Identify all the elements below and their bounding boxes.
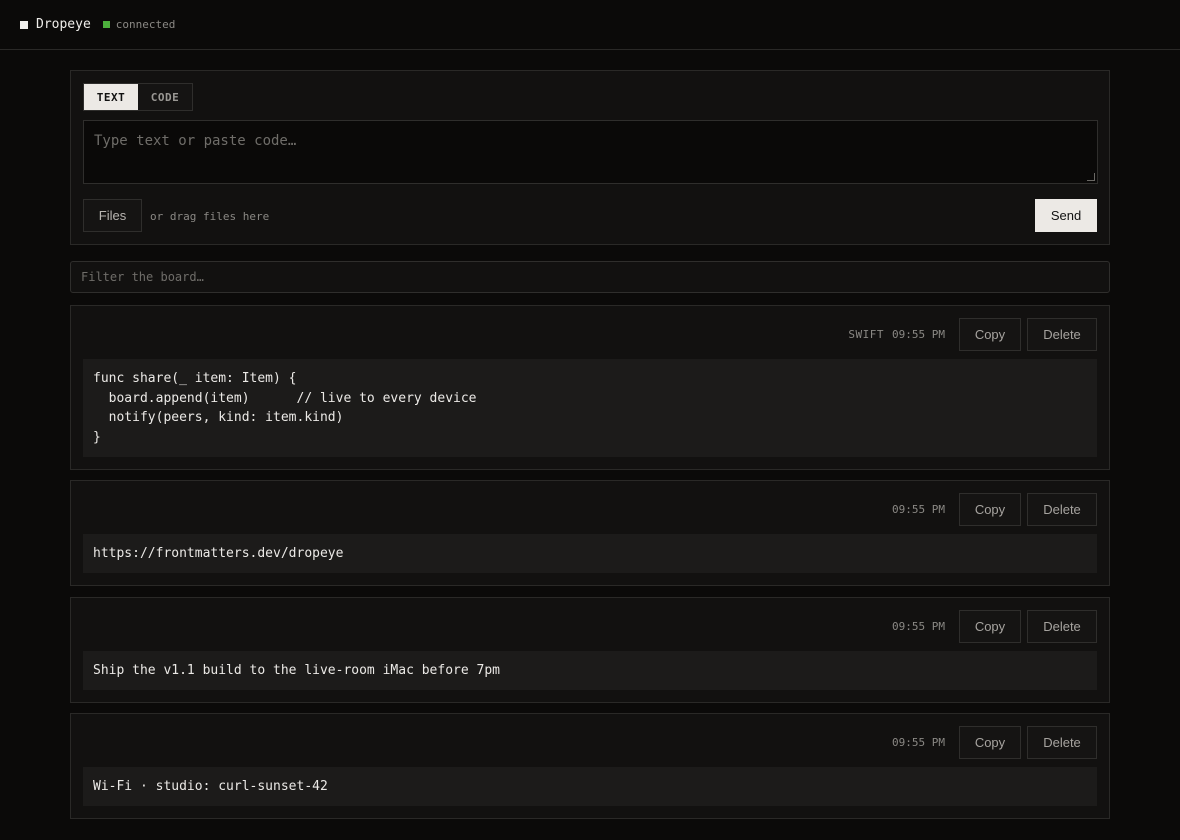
copy-button[interactable]: Copy xyxy=(959,493,1021,526)
item-content: Wi-Fi · studio: curl-sunset-42 xyxy=(83,767,1097,806)
board-item: SWIFT 09:55 PM Copy Delete func share(_ … xyxy=(70,305,1110,470)
copy-button[interactable]: Copy xyxy=(959,610,1021,643)
item-content: Ship the v1.1 build to the live-room iMa… xyxy=(83,651,1097,690)
mode-tabs: TEXT CODE xyxy=(83,83,193,111)
top-bar: Dropeye connected xyxy=(0,0,1180,50)
item-content: func share(_ item: Item) { board.append(… xyxy=(83,359,1097,457)
logo-square-icon xyxy=(20,20,28,29)
board-item: 09:55 PM Copy Delete https://frontmatter… xyxy=(70,480,1110,586)
item-timestamp: 09:55 PM xyxy=(892,328,945,341)
delete-button[interactable]: Delete xyxy=(1027,493,1097,526)
message-input[interactable]: Type text or paste code… xyxy=(83,120,1098,184)
resize-handle-icon[interactable] xyxy=(1087,173,1095,181)
tab-text[interactable]: TEXT xyxy=(84,84,138,110)
send-button[interactable]: Send xyxy=(1035,199,1097,232)
tab-code[interactable]: CODE xyxy=(138,84,192,110)
item-timestamp: 09:55 PM xyxy=(892,503,945,516)
app-title: Dropeye xyxy=(36,17,91,32)
delete-button[interactable]: Delete xyxy=(1027,318,1097,351)
item-timestamp: 09:55 PM xyxy=(892,620,945,633)
composer-panel: TEXT CODE Type text or paste code… Files… xyxy=(70,70,1110,245)
filter-input[interactable]: Filter the board… xyxy=(70,261,1110,293)
board-item: 09:55 PM Copy Delete Ship the v1.1 build… xyxy=(70,597,1110,703)
board-item: 09:55 PM Copy Delete Wi-Fi · studio: cur… xyxy=(70,713,1110,819)
connection-status: connected xyxy=(115,18,176,31)
files-button[interactable]: Files xyxy=(83,199,142,232)
copy-button[interactable]: Copy xyxy=(959,318,1021,351)
item-content: https://frontmatters.dev/dropeye xyxy=(83,534,1097,573)
item-timestamp: 09:55 PM xyxy=(892,736,945,749)
drag-files-hint: or drag files here xyxy=(150,210,270,223)
delete-button[interactable]: Delete xyxy=(1027,726,1097,759)
connection-status-icon xyxy=(102,21,110,28)
delete-button[interactable]: Delete xyxy=(1027,610,1097,643)
copy-button[interactable]: Copy xyxy=(959,726,1021,759)
item-language: SWIFT xyxy=(848,328,885,341)
